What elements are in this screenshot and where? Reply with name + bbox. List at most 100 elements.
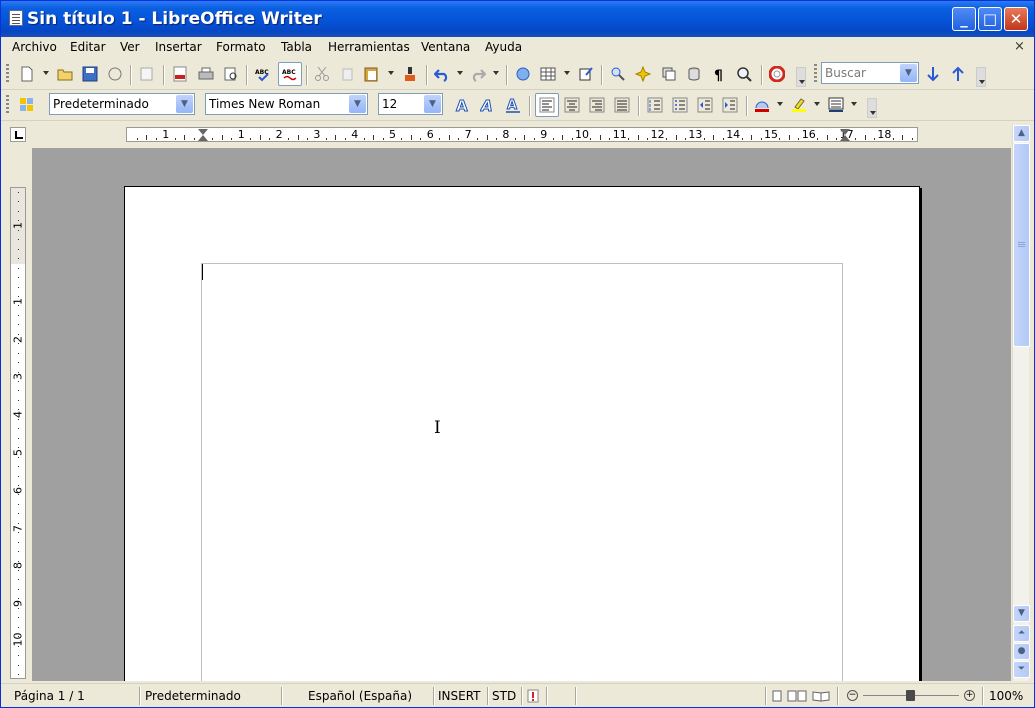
copy-icon[interactable] (340, 66, 356, 82)
zoom-in-icon[interactable]: + (964, 690, 975, 701)
navigation-button[interactable]: ● (1013, 643, 1030, 660)
maximize-button[interactable]: □ (978, 7, 1002, 31)
styles-formatting-icon[interactable] (19, 97, 35, 113)
new-dropdown-icon[interactable] (43, 71, 49, 75)
toolbar-grip[interactable] (6, 95, 9, 115)
show-draw-functions-icon[interactable] (578, 66, 594, 82)
menu-tabla[interactable]: Tabla (281, 40, 312, 54)
search-dropdown-icon[interactable]: ▼ (900, 64, 917, 82)
tab-stop-selector[interactable] (10, 127, 26, 142)
table-icon[interactable] (540, 66, 556, 82)
menu-ayuda[interactable]: Ayuda (485, 40, 522, 54)
new-document-icon[interactable] (19, 66, 35, 82)
background-color-dropdown-icon[interactable] (851, 102, 857, 106)
paste-icon[interactable] (363, 66, 379, 82)
toolbar-overflow-button[interactable] (796, 67, 806, 87)
menu-insertar[interactable]: Insertar (155, 40, 202, 54)
toolbar-overflow-button[interactable] (867, 98, 877, 118)
selection-mode-indicator[interactable]: STD (492, 689, 516, 703)
minimize-button[interactable]: _ (952, 7, 976, 31)
spellcheck-icon[interactable]: ABC (255, 66, 271, 82)
indent-marker-lower[interactable] (198, 135, 208, 141)
toolbar-grip[interactable] (6, 64, 9, 84)
print-preview-icon[interactable] (223, 66, 239, 82)
find-previous-icon[interactable] (950, 66, 966, 82)
navigator-icon[interactable] (635, 66, 651, 82)
print-icon[interactable] (198, 66, 214, 82)
data-sources-icon[interactable] (686, 66, 702, 82)
undo-dropdown-icon[interactable] (457, 71, 463, 75)
chevron-down-icon[interactable]: ▼ (176, 95, 193, 113)
paragraph-style-select[interactable]: Predeterminado ▼ (49, 93, 195, 115)
underline-icon[interactable]: A (505, 97, 521, 113)
zoom-out-icon[interactable]: − (847, 690, 858, 701)
scroll-up-button[interactable]: ▲ (1013, 125, 1030, 142)
horizontal-ruler[interactable]: 1 1 2 3 4 5 6 7 8 9 10 11 12 13 14 15 16 17 18 (126, 127, 918, 142)
export-pdf-icon[interactable] (172, 66, 188, 82)
justify-icon[interactable] (614, 97, 630, 113)
formatting-marks-icon[interactable]: ¶ (711, 66, 727, 82)
highlighting-icon[interactable] (791, 97, 807, 113)
bold-icon[interactable]: A (455, 97, 471, 113)
page-style-indicator[interactable]: Predeterminado (145, 689, 241, 703)
vertical-ruler[interactable]: 1 1 2 3 4 5 6 7 8 9 10 (10, 187, 26, 679)
font-name-select[interactable]: Times New Roman ▼ (205, 93, 368, 115)
open-icon[interactable] (57, 66, 73, 82)
menu-editar[interactable]: Editar (70, 40, 106, 54)
vertical-scrollbar[interactable]: ▲ ▼ ⏶ ● ⏷ (1012, 125, 1030, 681)
edit-file-icon[interactable] (139, 66, 155, 82)
document-modified-icon[interactable] (527, 689, 539, 703)
scroll-thumb[interactable] (1013, 143, 1030, 347)
highlighting-dropdown-icon[interactable] (814, 102, 820, 106)
menu-herramientas[interactable]: Herramientas (328, 40, 410, 54)
font-color-icon[interactable] (754, 97, 770, 113)
find-overflow-button[interactable] (976, 67, 986, 87)
italic-icon[interactable]: A (480, 97, 496, 113)
insert-mode-indicator[interactable]: INSERT (438, 689, 481, 703)
menu-ver[interactable]: Ver (120, 40, 140, 54)
autospellcheck-icon[interactable]: ABC (282, 66, 298, 82)
search-input[interactable]: Buscar (825, 66, 866, 80)
next-page-button[interactable]: ⏷ (1013, 661, 1030, 678)
writer-document-icon[interactable] (9, 10, 23, 26)
multi-page-view-icon[interactable] (787, 690, 807, 702)
previous-page-button[interactable]: ⏶ (1013, 625, 1030, 642)
help-icon[interactable] (769, 66, 785, 82)
find-toolbar-grip[interactable] (814, 64, 817, 84)
close-document-button[interactable]: × (1014, 39, 1025, 54)
book-view-icon[interactable] (812, 690, 830, 702)
indent-marker-lower[interactable] (840, 135, 850, 141)
close-button[interactable]: ✕ (1004, 7, 1028, 31)
redo-icon[interactable] (470, 66, 486, 82)
save-icon[interactable] (82, 66, 98, 82)
menu-formato[interactable]: Formato (216, 40, 266, 54)
clone-formatting-icon[interactable] (402, 66, 418, 82)
zoom-slider-handle[interactable] (906, 690, 915, 701)
zoom-icon[interactable] (736, 66, 752, 82)
find-replace-icon[interactable] (610, 66, 626, 82)
font-size-select[interactable]: 12 ▼ (378, 93, 443, 115)
align-center-icon[interactable] (564, 97, 580, 113)
page-indicator[interactable]: Página 1 / 1 (14, 689, 85, 703)
numbering-icon[interactable] (647, 97, 663, 113)
decrease-indent-icon[interactable] (697, 97, 713, 113)
increase-indent-icon[interactable] (722, 97, 738, 113)
text-boundaries[interactable] (201, 263, 843, 681)
chevron-down-icon[interactable]: ▼ (349, 95, 366, 113)
gallery-icon[interactable] (661, 66, 677, 82)
email-icon[interactable] (107, 66, 123, 82)
cut-icon[interactable] (314, 66, 330, 82)
table-dropdown-icon[interactable] (564, 71, 570, 75)
paste-dropdown-icon[interactable] (388, 71, 394, 75)
menu-ventana[interactable]: Ventana (421, 40, 470, 54)
document-page[interactable]: I (124, 186, 920, 681)
scroll-down-button[interactable]: ▼ (1013, 605, 1030, 622)
language-indicator[interactable]: Español (España) (308, 689, 412, 703)
zoom-percentage[interactable]: 100% (989, 689, 1023, 703)
find-next-icon[interactable] (925, 66, 941, 82)
align-right-icon[interactable] (589, 97, 605, 113)
align-left-icon[interactable] (539, 97, 555, 113)
chevron-down-icon[interactable]: ▼ (424, 95, 441, 113)
menu-archivo[interactable]: Archivo (12, 40, 57, 54)
undo-icon[interactable] (434, 66, 450, 82)
